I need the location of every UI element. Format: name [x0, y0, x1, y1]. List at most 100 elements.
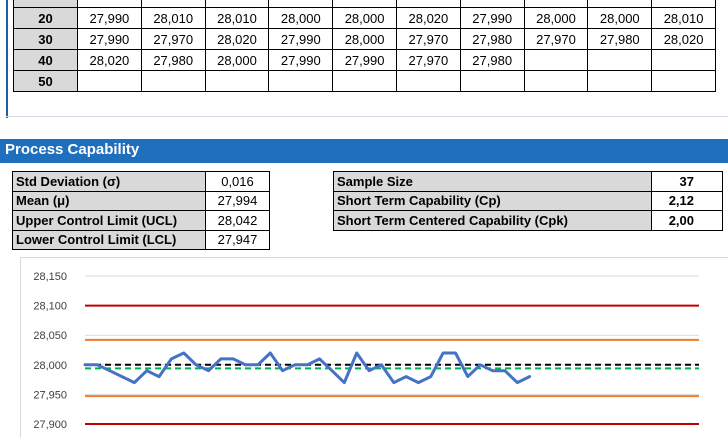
table-cell[interactable] [523, 0, 589, 8]
control-chart[interactable]: 28,150 28,100 28,050 28,000 27,950 27,900 [20, 257, 728, 438]
section-title: Process Capability [0, 139, 728, 161]
data-point [330, 369, 334, 372]
table-cell[interactable]: 28,010 [651, 7, 716, 29]
table-cell[interactable]: 27,970 [395, 49, 461, 71]
table-cell[interactable]: 27,990 [77, 7, 142, 29]
table-cell[interactable] [268, 70, 334, 92]
table-cell[interactable]: 27,990 [459, 7, 525, 29]
table-cell[interactable] [651, 0, 716, 8]
table-row: 20 27,990 28,010 28,010 28,000 28,000 28… [13, 7, 716, 29]
stat-value[interactable]: 0,016 [205, 171, 270, 192]
table-cell[interactable]: 27,980 [459, 49, 525, 71]
table-cell[interactable]: 27,990 [77, 28, 142, 50]
table-cell[interactable] [651, 70, 716, 92]
table-cell[interactable]: 27,980 [140, 49, 206, 71]
data-point [306, 363, 309, 366]
table-cell[interactable]: 27,970 [523, 28, 589, 50]
stat-value[interactable]: 27,994 [205, 190, 270, 211]
row-header: 50 [13, 70, 78, 92]
table-cell[interactable]: 27,990 [268, 28, 334, 50]
table-cell[interactable] [459, 70, 525, 92]
table-cell[interactable]: 27,970 [140, 28, 206, 50]
table-cell[interactable] [395, 0, 461, 8]
table-cell[interactable]: 28,010 [204, 7, 270, 29]
table-cell[interactable] [332, 70, 397, 92]
table-row: 30 27,990 27,970 28,020 27,990 28,000 27… [13, 28, 716, 50]
data-point [441, 351, 445, 355]
stat-value[interactable]: 37 [651, 171, 723, 192]
data-point [293, 363, 297, 366]
row-header [13, 0, 78, 8]
data-point [491, 369, 494, 372]
y-tick-label: 28,150 [33, 271, 67, 283]
table-cell[interactable]: 27,970 [395, 28, 461, 50]
data-point [404, 375, 408, 378]
data-point [479, 363, 482, 366]
table-cell[interactable] [204, 70, 270, 92]
stat-label: Sample Size [333, 171, 652, 192]
table-cell[interactable] [523, 70, 589, 92]
table-cell[interactable] [332, 0, 397, 8]
stat-label: Short Term Centered Capability (Cpk) [333, 210, 652, 231]
data-point [232, 357, 235, 361]
stat-label: Mean (μ) [12, 190, 206, 211]
stat-label: Std Deviation (σ) [12, 171, 206, 192]
stats-table-right: Sample Size 37 Short Term Capability (Cp… [333, 171, 723, 231]
table-cell[interactable]: 28,000 [332, 7, 397, 29]
table-cell[interactable] [140, 70, 206, 92]
table-cell[interactable]: 27,980 [587, 28, 653, 50]
table-row [13, 0, 716, 8]
stat-row: Mean (μ) 27,994 [12, 190, 270, 211]
table-cell[interactable]: 28,000 [268, 7, 334, 29]
stat-value[interactable]: 27,947 [205, 229, 270, 250]
stat-row: Short Term Centered Capability (Cpk) 2,0… [333, 210, 723, 231]
table-cell[interactable] [587, 70, 653, 92]
table-cell[interactable] [140, 0, 206, 8]
data-point [380, 363, 383, 366]
stat-label: Lower Control Limit (LCL) [12, 229, 206, 250]
stat-label: Short Term Capability (Cp) [333, 190, 652, 211]
table-cell[interactable]: 27,980 [459, 28, 525, 50]
table-cell[interactable] [587, 49, 653, 71]
table-cell[interactable]: 28,020 [204, 28, 270, 50]
data-point [96, 363, 99, 366]
data-point [466, 375, 469, 378]
table-cell[interactable] [587, 0, 653, 8]
data-point [219, 357, 222, 361]
row-header: 30 [13, 28, 78, 50]
data-point [343, 381, 346, 384]
section-title-underline [0, 161, 728, 163]
data-point [145, 369, 148, 372]
data-point [417, 381, 420, 384]
table-cell[interactable]: 28,020 [77, 49, 142, 71]
table-cell[interactable] [459, 0, 525, 8]
table-cell[interactable]: 27,990 [268, 49, 334, 71]
table-cell[interactable]: 28,020 [395, 7, 461, 29]
section-divider [6, 116, 728, 117]
data-point [133, 381, 136, 384]
table-cell[interactable] [651, 49, 716, 71]
table-cell[interactable]: 28,000 [332, 28, 397, 50]
stat-value[interactable]: 28,042 [205, 210, 270, 231]
data-point [516, 381, 519, 384]
table-row: 40 28,020 27,980 28,000 27,990 27,990 27… [13, 49, 716, 71]
row-header: 20 [13, 7, 78, 29]
table-cell[interactable]: 28,000 [523, 7, 589, 29]
table-cell[interactable]: 28,000 [587, 7, 653, 29]
table-cell[interactable] [77, 70, 142, 92]
table-cell[interactable] [204, 0, 270, 8]
table-cell[interactable]: 28,010 [140, 7, 206, 29]
data-point [503, 369, 507, 372]
table-cell[interactable]: 28,000 [204, 49, 270, 71]
stat-value[interactable]: 2,00 [651, 210, 723, 231]
section-left-rule [6, 0, 8, 118]
data-point [318, 357, 321, 361]
table-cell[interactable] [395, 70, 461, 92]
table-cell[interactable]: 28,020 [651, 28, 716, 50]
table-cell[interactable] [77, 0, 142, 8]
table-cell[interactable]: 27,990 [332, 49, 397, 71]
data-point [157, 375, 161, 378]
stat-value[interactable]: 2,12 [651, 190, 723, 211]
table-cell[interactable] [523, 49, 589, 71]
table-cell[interactable] [268, 0, 334, 8]
